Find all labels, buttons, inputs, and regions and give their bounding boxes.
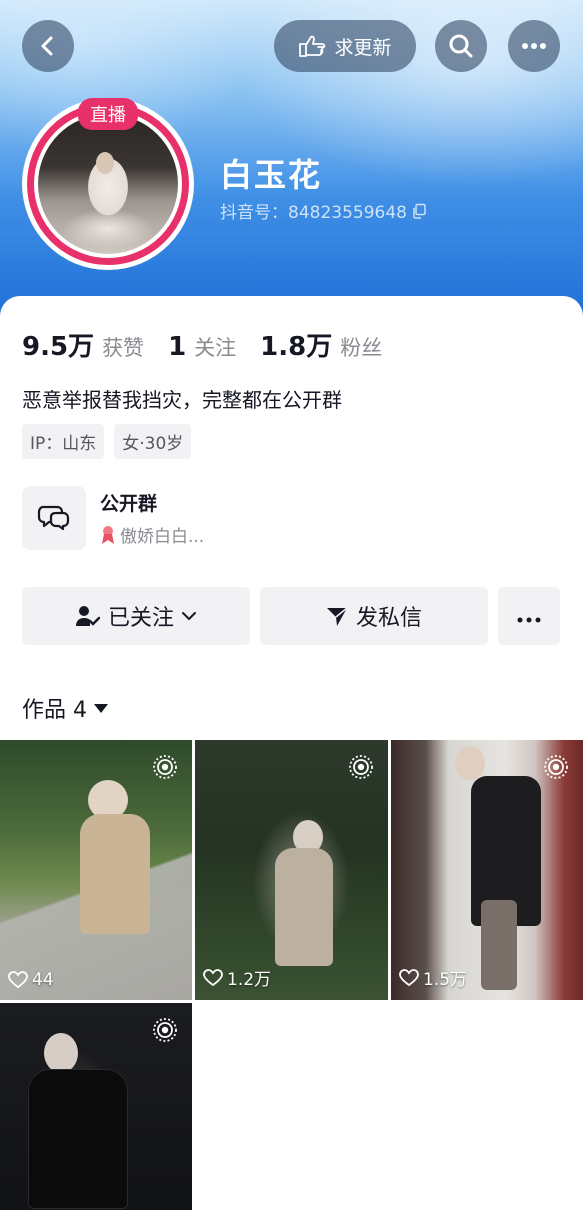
fan-group-subtitle: 傲娇白白... bbox=[120, 527, 205, 547]
fan-group-entry[interactable]: 公开群 傲娇白白... bbox=[22, 486, 204, 550]
followers-label: 粉丝 bbox=[340, 336, 383, 360]
following-label: 关注 bbox=[194, 336, 237, 360]
profile-stats: 9.5万 获赞 1 关注 1.8万 粉丝 bbox=[22, 326, 382, 363]
caret-down-icon bbox=[93, 702, 109, 714]
thumbnail-figure bbox=[44, 1033, 78, 1073]
request-update-label: 求更新 bbox=[334, 36, 392, 59]
video-thumbnail[interactable]: 1.2万 bbox=[195, 740, 388, 1000]
more-options-button[interactable] bbox=[508, 20, 560, 72]
ribbon-icon bbox=[100, 525, 116, 545]
fan-group-title: 公开群 bbox=[100, 493, 158, 515]
more-dots-icon bbox=[517, 604, 541, 629]
followers-count[interactable]: 1.8万 bbox=[260, 326, 332, 363]
following-button[interactable]: 已关注 bbox=[22, 587, 250, 645]
live-target-icon bbox=[348, 754, 374, 780]
live-badge: 直播 bbox=[78, 98, 138, 130]
copy-icon[interactable] bbox=[411, 203, 427, 219]
profile-name: 白玉花 bbox=[220, 156, 323, 194]
thumbnail-figure bbox=[275, 848, 333, 966]
thumbnail-figure bbox=[455, 746, 485, 780]
gender-age-tag: 女·30岁 bbox=[114, 424, 192, 459]
video-thumbnail[interactable]: 44 bbox=[0, 740, 192, 1000]
send-icon bbox=[326, 605, 348, 627]
pointing-hand-icon bbox=[298, 34, 326, 58]
douyin-id-text: 抖音号：84823559648 bbox=[220, 203, 407, 223]
more-dots-icon bbox=[521, 42, 547, 50]
search-icon bbox=[448, 33, 474, 59]
profile-bio: 恶意举报替我挡灾，完整都在公开群 bbox=[22, 388, 342, 412]
chevron-left-icon bbox=[37, 35, 59, 57]
heart-outline-icon bbox=[203, 968, 223, 987]
avatar[interactable]: 直播 bbox=[22, 98, 194, 270]
heart-outline-icon bbox=[8, 971, 28, 989]
live-avatar-ring: 直播 bbox=[27, 98, 189, 265]
send-message-label: 发私信 bbox=[355, 606, 422, 631]
like-count: 1.2万 bbox=[227, 970, 272, 990]
profile-actions: 已关注 发私信 bbox=[22, 587, 560, 645]
chat-bubbles-icon bbox=[22, 486, 86, 550]
more-actions-button[interactable] bbox=[498, 587, 560, 645]
profile-card: 9.5万 获赞 1 关注 1.8万 粉丝 恶意举报替我挡灾，完整都在公开群 IP… bbox=[0, 296, 583, 1210]
video-thumbnail[interactable]: 1.5万 bbox=[391, 740, 583, 1000]
profile-tags: IP：山东 女·30岁 bbox=[22, 424, 192, 459]
avatar-image bbox=[38, 114, 178, 254]
video-thumbnail[interactable] bbox=[0, 1003, 192, 1210]
ip-location-tag: IP：山东 bbox=[22, 424, 105, 459]
send-message-button[interactable]: 发私信 bbox=[260, 587, 488, 645]
following-count[interactable]: 1 bbox=[168, 332, 186, 362]
following-button-label: 已关注 bbox=[107, 606, 174, 631]
user-check-icon bbox=[75, 605, 100, 627]
thumbnail-figure bbox=[80, 814, 150, 934]
back-button[interactable] bbox=[22, 20, 74, 72]
live-target-icon bbox=[152, 1017, 178, 1043]
like-count: 1.5万 bbox=[423, 970, 468, 990]
works-tab-label: 作品 4 bbox=[22, 698, 87, 723]
thumbnail-figure bbox=[481, 900, 517, 990]
chevron-down-icon bbox=[182, 611, 196, 621]
tab-works[interactable]: 作品 4 bbox=[22, 692, 109, 724]
thumbnail-figure bbox=[28, 1069, 128, 1209]
likes-label: 获赞 bbox=[102, 336, 145, 360]
like-count: 44 bbox=[32, 970, 54, 990]
likes-count[interactable]: 9.5万 bbox=[22, 326, 94, 363]
live-target-icon bbox=[152, 754, 178, 780]
avatar-figure bbox=[96, 152, 114, 174]
douyin-id[interactable]: 抖音号：84823559648 bbox=[220, 198, 427, 223]
request-update-button[interactable]: 求更新 bbox=[274, 20, 416, 72]
live-target-icon bbox=[543, 754, 569, 780]
search-button[interactable] bbox=[435, 20, 487, 72]
heart-outline-icon bbox=[399, 968, 419, 987]
